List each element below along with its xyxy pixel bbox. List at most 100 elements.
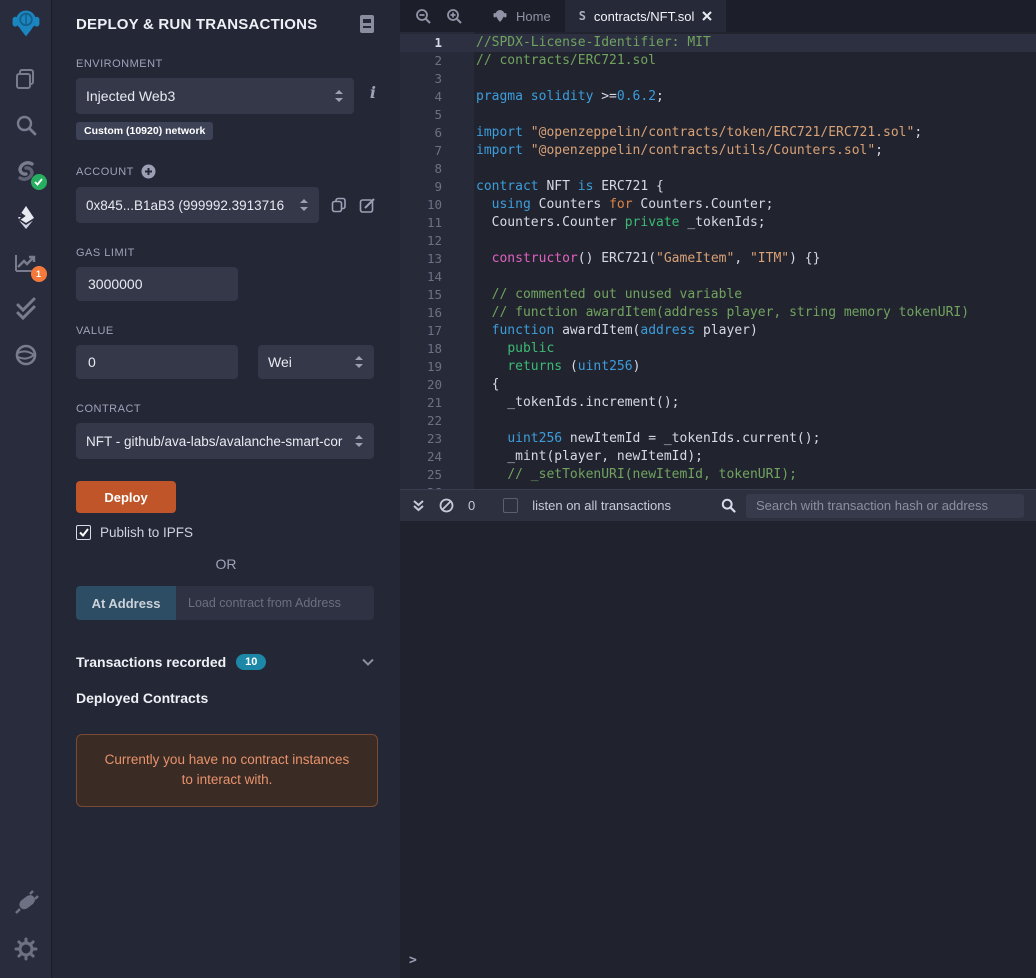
zoom-in-icon[interactable]	[446, 8, 463, 25]
code-text: Counters.Counter private _tokenIds;	[476, 215, 766, 230]
line-number: 16	[426, 305, 442, 320]
terminal-search-input[interactable]	[746, 493, 1024, 518]
code-line[interactable]: 24 _mint(player, newItemId);	[400, 448, 1036, 466]
edit-account-icon[interactable]	[359, 197, 376, 214]
code-line[interactable]: 19 returns (uint256)	[400, 358, 1036, 376]
transactions-recorded-toggle[interactable]: Transactions recorded 10	[76, 654, 374, 670]
stepper-icon	[355, 356, 363, 368]
listen-checkbox[interactable]	[503, 498, 519, 513]
line-number: 8	[434, 161, 442, 176]
at-address-button[interactable]: At Address	[76, 586, 176, 620]
code-text: pragma solidity >=0.6.2;	[476, 89, 664, 104]
chevron-down-icon	[362, 658, 374, 666]
code-line[interactable]: 26	[400, 484, 1036, 489]
tab-bar: Home S contracts/NFT.sol	[400, 0, 1036, 32]
code-line[interactable]: 16 // function awardItem(address player,…	[400, 304, 1036, 322]
terminal-output[interactable]: >	[400, 521, 1036, 978]
no-instances-message: Currently you have no contract instances…	[76, 734, 378, 807]
at-address-input[interactable]	[176, 586, 374, 620]
copy-account-icon[interactable]	[331, 197, 347, 213]
contract-select[interactable]: NFT - github/ava-labs/avalanche-smart-co…	[76, 423, 374, 459]
code-line[interactable]: 9 contract NFT is ERC721 {	[400, 178, 1036, 196]
line-number: 25	[426, 467, 442, 482]
gas-limit-input[interactable]	[76, 267, 238, 301]
remix-logo[interactable]	[9, 6, 43, 40]
line-number: 14	[426, 269, 442, 284]
code-text: _tokenIds.increment();	[476, 395, 680, 410]
or-divider: OR	[215, 556, 237, 572]
line-number: 7	[434, 143, 442, 158]
code-line[interactable]: 2 // contracts/ERC721.sol	[400, 52, 1036, 70]
deployed-contracts-label: Deployed Contracts	[76, 690, 209, 706]
sidebar-item-debugger[interactable]	[9, 338, 43, 372]
code-line[interactable]: 17 function awardItem(address player)	[400, 322, 1036, 340]
environment-value: Injected Web3	[86, 88, 176, 104]
zoom-out-icon[interactable]	[415, 8, 432, 25]
sidebar-item-file-explorer[interactable]	[9, 62, 43, 96]
environment-select[interactable]: Injected Web3	[76, 78, 354, 114]
sidebar-item-analysis[interactable]: 1	[9, 246, 47, 282]
code-text: import "@openzeppelin/contracts/token/ER…	[476, 125, 923, 140]
line-number: 15	[426, 287, 442, 302]
code-line[interactable]: 22	[400, 412, 1036, 430]
code-line[interactable]: 8	[400, 160, 1036, 178]
code-line[interactable]: 6 import "@openzeppelin/contracts/token/E…	[400, 124, 1036, 142]
code-line[interactable]: 23 uint256 newItemId = _tokenIds.current…	[400, 430, 1036, 448]
code-line[interactable]: 10 using Counters for Counters.Counter;	[400, 196, 1036, 214]
ipfs-checkbox[interactable]	[76, 525, 91, 540]
code-line[interactable]: 5	[400, 106, 1036, 124]
code-text: _mint(player, newItemId);	[476, 449, 703, 464]
line-number: 22	[426, 413, 442, 428]
environment-info-icon[interactable]: i	[370, 83, 376, 102]
plug-icon	[14, 890, 39, 914]
account-value: 0x845...B1aB3 (999992.3913716	[86, 197, 285, 213]
deploy-button[interactable]: Deploy	[76, 481, 176, 513]
collapse-terminal-icon[interactable]	[412, 499, 425, 512]
sphere-icon	[15, 344, 36, 366]
line-number: 17	[426, 323, 442, 338]
transactions-recorded-label: Transactions recorded	[76, 654, 227, 670]
stepper-icon	[300, 199, 308, 211]
code-text: using Counters for Counters.Counter;	[491, 197, 774, 212]
code-editor[interactable]: 1 //SPDX-License-Identifier: MIT 2 // contr…	[400, 32, 1036, 489]
account-label: ACCOUNT	[76, 164, 376, 179]
line-number: 23	[426, 431, 442, 446]
sidebar-item-deploy-run[interactable]	[9, 200, 43, 234]
tab-nft-sol[interactable]: S contracts/NFT.sol	[564, 0, 727, 32]
tab-home[interactable]: Home	[478, 0, 565, 32]
pending-tx-count: 0	[468, 498, 476, 513]
sidebar-item-search[interactable]	[9, 108, 43, 142]
line-number: 19	[426, 359, 442, 374]
code-line[interactable]: 7 import "@openzeppelin/contracts/utils/C…	[400, 142, 1036, 160]
code-line[interactable]: 1 //SPDX-License-Identifier: MIT	[400, 34, 1036, 52]
contract-label: CONTRACT	[76, 403, 142, 415]
clear-terminal-icon[interactable]	[439, 498, 454, 513]
sidebar-item-unit-testing[interactable]	[9, 292, 43, 326]
sidebar-item-solidity-compiler[interactable]	[9, 154, 47, 190]
code-line[interactable]: 11 Counters.Counter private _tokenIds;	[400, 214, 1036, 232]
terminal-prompt[interactable]: >	[400, 953, 1036, 978]
value-input[interactable]	[76, 345, 238, 379]
value-unit: Wei	[268, 354, 292, 370]
code-line[interactable]: 13 constructor() ERC721("GameItem", "ITM…	[400, 250, 1036, 268]
code-line[interactable]: 18 public	[400, 340, 1036, 358]
close-icon[interactable]	[702, 11, 713, 21]
code-line[interactable]: 4 pragma solidity >=0.6.2;	[400, 88, 1036, 106]
add-account-icon[interactable]	[141, 164, 156, 179]
line-number: 6	[434, 125, 442, 140]
code-line[interactable]: 12	[400, 232, 1036, 250]
documentation-icon[interactable]	[358, 14, 376, 34]
account-select[interactable]: 0x845...B1aB3 (999992.3913716	[76, 187, 319, 223]
sidebar-item-settings[interactable]	[9, 932, 43, 966]
code-line[interactable]: 15 // commented out unused variable	[400, 286, 1036, 304]
code-line[interactable]: 25 // _setTokenURI(newItemId, tokenURI);	[400, 466, 1036, 484]
sidebar-item-plugin-manager[interactable]	[9, 886, 43, 920]
line-number: 11	[426, 215, 442, 230]
code-line[interactable]: 20 {	[400, 376, 1036, 394]
code-line[interactable]: 3	[400, 70, 1036, 88]
code-line[interactable]: 21 _tokenIds.increment();	[400, 394, 1036, 412]
code-text: function awardItem(address player)	[491, 323, 758, 338]
code-line[interactable]: 14	[400, 268, 1036, 286]
value-unit-select[interactable]: Wei	[258, 345, 374, 379]
